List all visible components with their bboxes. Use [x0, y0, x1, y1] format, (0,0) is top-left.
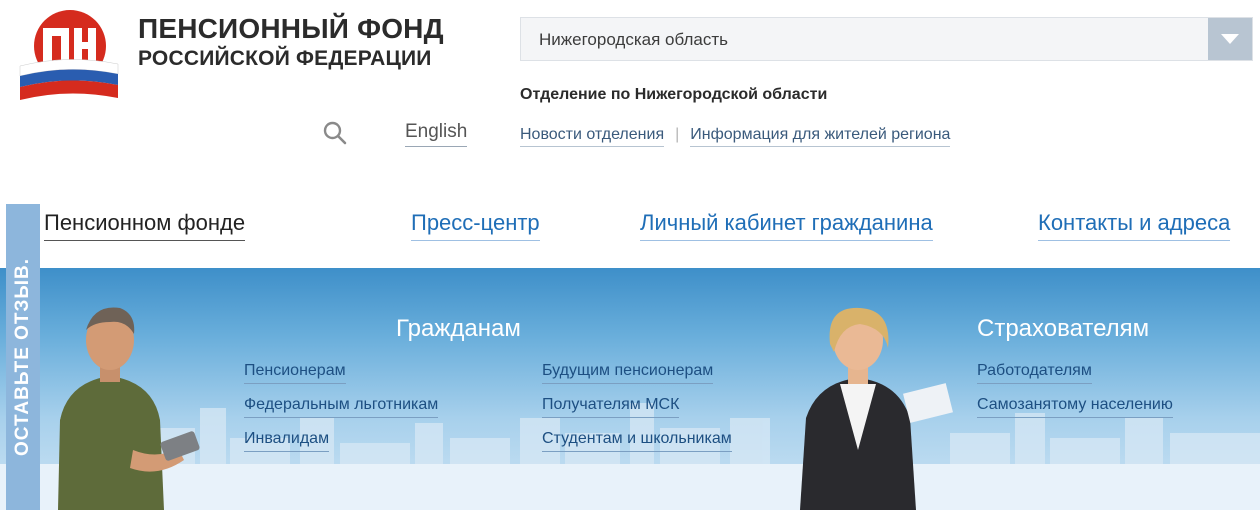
nav-item-press[interactable]: Пресс-центр [411, 210, 540, 241]
citizens-link-future-pensioners[interactable]: Будущим пенсионерам [542, 362, 714, 384]
regional-links: Новости отделения | Информация для жителей… [520, 126, 951, 147]
citizens-link-disabled[interactable]: Инвалидам [244, 430, 330, 452]
region-select-value: Нижегородская область [539, 30, 728, 49]
chevron-down-icon[interactable] [1208, 18, 1252, 60]
brand-title: ПЕНСИОННЫЙ ФОНД [138, 13, 444, 44]
region-select[interactable]: Нижегородская область [520, 17, 1253, 61]
citizens-title[interactable]: Гражданам [396, 315, 521, 343]
hero-banner: Гражданам Пенсионерам Федеральным льготн… [0, 268, 1260, 510]
english-link[interactable]: English [405, 121, 468, 147]
pfr-logo[interactable] [18, 8, 123, 106]
citizens-link-pensioners[interactable]: Пенсионерам [244, 362, 346, 384]
residents-info-link[interactable]: Информация для жителей региона [690, 126, 951, 147]
insurers-link-self-employed[interactable]: Самозанятому населению [977, 396, 1173, 418]
office-title: Отделение по Нижегородской области [520, 86, 828, 103]
citizens-link-msk-recipients[interactable]: Получателям МСК [542, 396, 680, 418]
nav-item-about[interactable]: Пенсионном фонде [44, 210, 246, 241]
feedback-tab[interactable]: ОСТАВЬТЕ ОТЗЫВ. [6, 204, 40, 510]
brand-subtitle: РОССИЙСКОЙ ФЕДЕРАЦИИ [138, 47, 432, 70]
insurers-title[interactable]: Страхователям [977, 315, 1149, 343]
office-news-link[interactable]: Новости отделения [520, 126, 665, 147]
search-icon[interactable] [322, 120, 348, 146]
insurers-link-employers[interactable]: Работодателям [977, 362, 1092, 384]
citizens-link-students[interactable]: Студентам и школьникам [542, 430, 732, 452]
feedback-tab-label: ОСТАВЬТЕ ОТЗЫВ. [12, 257, 33, 457]
man-illustration [58, 307, 200, 510]
link-separator: | [675, 126, 680, 143]
nav-item-cabinet[interactable]: Личный кабинет гражданина [640, 210, 933, 241]
main-nav: Пенсионном фонде Пресс-центр Личный каби… [0, 204, 1260, 270]
citizens-link-federal-beneficiaries[interactable]: Федеральным льготникам [244, 396, 439, 418]
nav-item-contacts[interactable]: Контакты и адреса [1038, 210, 1231, 241]
woman-illustration [800, 307, 953, 510]
